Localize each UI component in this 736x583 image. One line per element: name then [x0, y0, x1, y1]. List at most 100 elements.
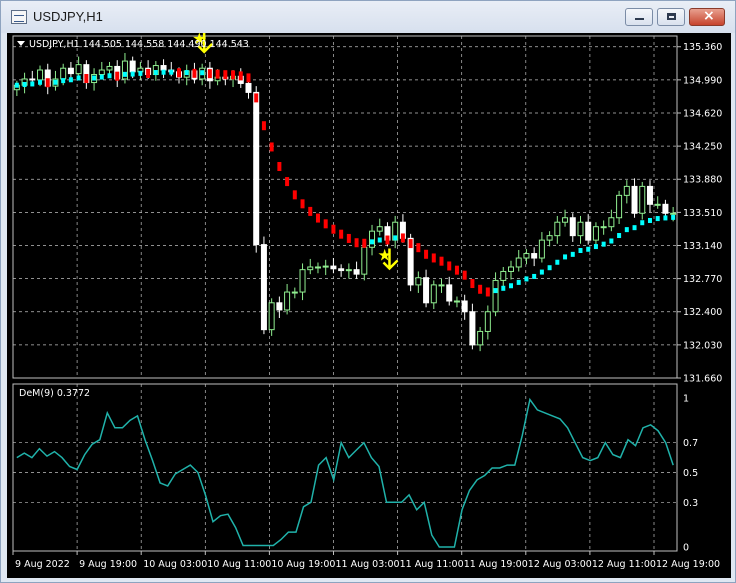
candle-body	[415, 277, 422, 286]
trend-dot	[215, 69, 220, 79]
terminal-window: USDJPY,H1 × 9 Aug 2022 9 Aug 19:00 10 Aug …	[0, 0, 736, 583]
candle-body	[322, 265, 329, 268]
candle-body	[585, 221, 592, 241]
trend-dot	[671, 214, 676, 220]
candle-body	[284, 291, 291, 311]
candle-body	[260, 244, 267, 331]
y-tick-label: 135.360	[683, 42, 722, 53]
trend-dot	[516, 279, 521, 285]
candle-body	[276, 302, 283, 311]
candle-body	[29, 78, 36, 81]
candle-body	[314, 266, 321, 269]
candle-body	[75, 64, 82, 75]
trend-dot	[84, 73, 89, 83]
x-tick-label: 11 Aug 19:00	[464, 559, 528, 570]
trend-dot	[640, 220, 645, 226]
x-tick-label: 9 Aug 2022	[15, 559, 70, 570]
candle-body	[592, 226, 599, 241]
trend-dot	[300, 199, 305, 209]
x-tick-label: 11 Aug 03:00	[336, 559, 400, 570]
trend-dot	[539, 269, 544, 275]
title-bar[interactable]: USDJPY,H1 ×	[1, 1, 735, 33]
candle-body	[608, 217, 615, 228]
candle-body	[508, 266, 514, 272]
trend-dot	[393, 235, 398, 241]
trend-dot	[609, 238, 614, 244]
dem-y-tick-label: 0.5	[683, 468, 698, 479]
candle-body	[639, 185, 646, 214]
trend-dot	[53, 79, 58, 85]
trend-dot	[563, 254, 568, 260]
trend-dot	[61, 78, 66, 84]
trend-dot	[532, 273, 537, 279]
candle-body	[253, 91, 260, 246]
y-tick-label: 132.400	[683, 307, 722, 318]
candle-body	[376, 226, 383, 232]
trend-dot	[547, 265, 552, 271]
candle-body	[353, 269, 360, 275]
candle-body	[662, 203, 669, 214]
trend-dot	[485, 287, 490, 297]
candle-body	[446, 284, 453, 302]
trend-dot	[292, 190, 297, 200]
close-button[interactable]: ×	[689, 8, 725, 26]
trend-dot	[92, 75, 97, 81]
trend-dot	[493, 288, 498, 294]
candle-body	[500, 270, 507, 281]
trend-dot	[346, 233, 351, 243]
trend-dot	[68, 77, 73, 83]
trend-dot	[439, 256, 444, 266]
trend-dot	[22, 81, 27, 87]
close-icon: ×	[703, 8, 715, 24]
trend-dot	[655, 216, 660, 222]
y-tick-label: 133.140	[683, 241, 722, 252]
trend-dot	[223, 70, 228, 80]
price-chart[interactable]: 9 Aug 2022 9 Aug 19:00 10 Aug 03:00 10 Aug …	[7, 33, 731, 578]
window-title: USDJPY,H1	[33, 9, 103, 24]
candle-body	[623, 185, 630, 196]
x-tick-label: 12 Aug 19:00	[656, 559, 720, 570]
candle-body	[562, 217, 569, 223]
candle-body	[307, 266, 314, 271]
dem-y-tick-label: 0.7	[683, 438, 698, 449]
trend-dot	[339, 229, 344, 239]
trend-dot	[408, 239, 413, 249]
trend-dot	[323, 219, 328, 229]
minimize-icon	[635, 18, 644, 20]
candle-body	[129, 60, 136, 73]
trend-dot	[38, 79, 43, 85]
trend-dot	[570, 251, 575, 257]
trend-dot	[501, 285, 506, 291]
candle-body	[299, 269, 306, 293]
trend-dot	[578, 248, 583, 254]
y-tick-label: 134.620	[683, 108, 722, 119]
trend-dot	[231, 70, 236, 80]
candle-body	[523, 253, 530, 259]
trend-dot	[45, 78, 50, 88]
x-tick-label: 12 Aug 11:00	[592, 559, 656, 570]
candle-body	[554, 221, 561, 237]
candle-body	[492, 279, 499, 313]
candle-body	[98, 69, 105, 75]
trend-dot	[200, 70, 205, 76]
demarker-title: DeM(9) 0.3772	[19, 388, 90, 399]
collapse-triangle-icon	[17, 41, 25, 46]
candle-body	[361, 246, 368, 275]
trend-dot	[254, 93, 259, 103]
maximize-button[interactable]	[657, 8, 685, 26]
trend-dot	[354, 238, 359, 248]
trend-dot	[153, 70, 158, 76]
candle-body	[438, 284, 445, 287]
candle-body	[291, 291, 298, 294]
maximize-icon	[667, 13, 676, 20]
symbol-ohlc-label: USDJPY,H1 144.505 144.558 144.490 144.54…	[29, 39, 249, 50]
candle-body	[338, 268, 345, 272]
trend-dot	[586, 246, 591, 252]
minimize-button[interactable]	[625, 8, 653, 26]
candle-body	[631, 185, 638, 214]
trend-dot	[400, 233, 405, 243]
chart-area[interactable]: 9 Aug 2022 9 Aug 19:00 10 Aug 03:00 10 Aug …	[7, 33, 731, 578]
dem-y-tick-label: 0.3	[683, 498, 698, 509]
trend-dot	[377, 237, 382, 243]
y-tick-label: 133.510	[683, 208, 722, 219]
